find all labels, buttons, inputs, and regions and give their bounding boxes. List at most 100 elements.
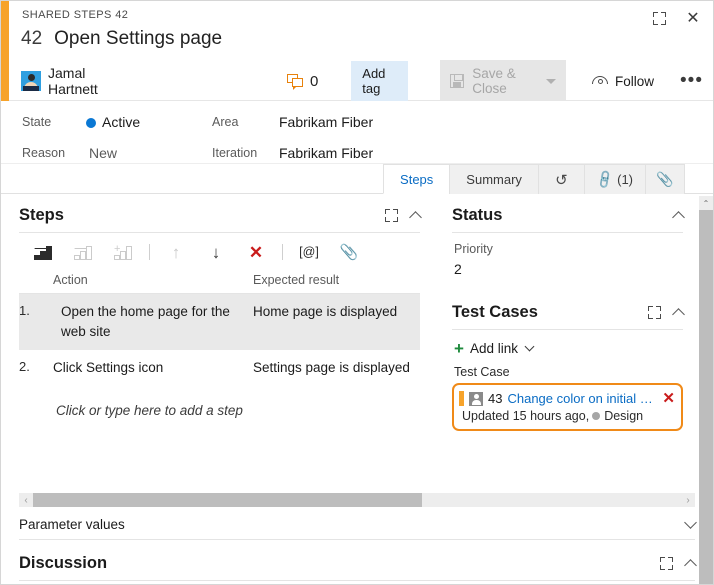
test-cases-section-header: Test Cases bbox=[452, 303, 685, 330]
save-and-close-button[interactable]: Save & Close bbox=[440, 60, 567, 102]
link-group-label: Test Case bbox=[454, 365, 510, 379]
add-step-placeholder[interactable]: Click or type here to add a step bbox=[19, 387, 420, 418]
reason-value[interactable]: New bbox=[89, 145, 117, 161]
step-expected[interactable]: Home page is displayed bbox=[253, 302, 420, 341]
hscroll-thumb[interactable] bbox=[33, 493, 422, 507]
area-label: Area bbox=[212, 115, 239, 129]
steps-collapse-icon[interactable] bbox=[409, 211, 422, 224]
scroll-up-icon[interactable]: ⌃ bbox=[699, 196, 713, 210]
work-item-title[interactable]: Open Settings page bbox=[54, 28, 222, 50]
tab-steps-label: Steps bbox=[400, 171, 434, 187]
window-controls: ✕ bbox=[647, 6, 705, 30]
expand-icon[interactable] bbox=[647, 6, 671, 30]
step-expected[interactable]: Settings page is displayed bbox=[253, 358, 420, 378]
tab-summary-label: Summary bbox=[466, 172, 522, 187]
comment-count-value: 0 bbox=[309, 72, 319, 90]
step-number: 1. bbox=[19, 303, 30, 318]
add-step-icon: ⟶ bbox=[63, 237, 103, 267]
test-cases-expand-icon[interactable] bbox=[646, 305, 662, 321]
table-row[interactable]: 1. Open the home page for the web site H… bbox=[19, 294, 420, 351]
reason-label: Reason bbox=[22, 146, 66, 160]
save-and-close-label: Save & Close bbox=[472, 66, 516, 96]
status-section-header: Status bbox=[452, 206, 685, 233]
add-tag-button[interactable]: Add tag bbox=[351, 61, 409, 101]
insert-step-icon[interactable]: ⟶ bbox=[23, 237, 63, 267]
follow-label: Follow bbox=[615, 73, 655, 89]
col-action: Action bbox=[53, 273, 88, 287]
link-state-text: Design bbox=[604, 409, 644, 423]
state-value[interactable]: Active bbox=[102, 114, 140, 130]
tab-attachments[interactable]: 📎 bbox=[645, 164, 685, 194]
tab-steps[interactable]: Steps bbox=[383, 164, 450, 194]
eye-icon bbox=[592, 75, 609, 87]
steps-toolbar: ⟶ ⟶ + ↑ ↓ ✕ [@] 📎 bbox=[19, 233, 420, 271]
caret-down-icon[interactable] bbox=[546, 78, 557, 84]
discussion-count[interactable]: 0 bbox=[286, 72, 319, 90]
work-item-type-tick bbox=[459, 391, 464, 406]
steps-grid-header: Action Expected result bbox=[19, 271, 420, 294]
breadcrumb: SHARED STEPS 42 bbox=[22, 9, 129, 21]
state-dot-icon bbox=[592, 412, 601, 421]
save-disk-icon bbox=[450, 73, 465, 88]
add-link-button[interactable]: + Add link bbox=[454, 340, 683, 357]
work-item-window: SHARED STEPS 42 ✕ 42 Open Settings page … bbox=[0, 0, 714, 585]
step-action[interactable]: Click Settings icon bbox=[53, 358, 253, 378]
link-icon: 🔗 bbox=[593, 168, 616, 190]
step-action[interactable]: Open the home page for the web site bbox=[53, 302, 253, 341]
work-item-type-accent-bar bbox=[1, 1, 9, 101]
add-link-label: Add link bbox=[469, 341, 518, 356]
area-value[interactable]: Fabrikam Fiber bbox=[279, 114, 373, 130]
move-up-icon: ↑ bbox=[171, 242, 181, 262]
scroll-left-icon[interactable]: ‹ bbox=[19, 495, 33, 506]
test-case-link-card[interactable]: 43 Change color on initial view ✕ Update… bbox=[452, 383, 683, 431]
move-down-icon[interactable]: ↓ bbox=[196, 237, 236, 267]
close-icon[interactable]: ✕ bbox=[681, 6, 705, 30]
assigned-to-name[interactable]: Jamal Hartnett bbox=[48, 65, 119, 97]
more-actions-button[interactable]: ••• bbox=[680, 71, 703, 90]
delete-step-icon[interactable]: ✕ bbox=[236, 237, 276, 267]
vscroll-thumb[interactable] bbox=[699, 210, 713, 584]
test-cases-title: Test Cases bbox=[452, 303, 538, 321]
status-collapse-icon[interactable] bbox=[672, 211, 685, 224]
state-label: State bbox=[22, 115, 52, 129]
insert-parameter-icon[interactable]: [@] bbox=[289, 237, 329, 267]
tab-summary[interactable]: Summary bbox=[449, 164, 538, 194]
history-icon: ↺ bbox=[555, 171, 568, 189]
status-title: Status bbox=[452, 206, 503, 224]
work-item-fields: State Active Reason New Area Fabrikam Fi… bbox=[1, 101, 713, 164]
link-card-subtitle: Updated 15 hours ago, Design bbox=[459, 409, 675, 423]
table-row[interactable]: 2. Click Settings icon Settings page is … bbox=[19, 350, 420, 387]
test-case-id: 43 bbox=[488, 391, 503, 406]
priority-label: Priority bbox=[454, 242, 493, 256]
remove-link-icon[interactable]: ✕ bbox=[662, 391, 675, 406]
col-expected: Expected result bbox=[253, 273, 340, 287]
col-number bbox=[19, 273, 53, 287]
step-number: 2. bbox=[19, 359, 30, 375]
user-avatar-icon bbox=[21, 71, 41, 91]
priority-value[interactable]: 2 bbox=[454, 261, 683, 277]
header-toolbar: Jamal Hartnett 0 Add tag Save & Close Fo… bbox=[21, 60, 703, 102]
steps-title: Steps bbox=[19, 206, 64, 224]
priority-field: Priority 2 bbox=[452, 233, 683, 277]
state-dot-icon bbox=[86, 118, 96, 128]
iteration-label: Iteration bbox=[212, 146, 258, 160]
plus-icon: + bbox=[454, 339, 464, 358]
tab-bar: Steps Summary ↺ 🔗 (1) 📎 bbox=[1, 164, 713, 194]
follow-button[interactable]: Follow bbox=[592, 74, 654, 89]
steps-expand-icon[interactable] bbox=[383, 208, 399, 224]
test-case-title-link[interactable]: Change color on initial view bbox=[507, 391, 655, 406]
close-glyph: ✕ bbox=[686, 10, 700, 27]
tab-links[interactable]: 🔗 (1) bbox=[583, 164, 645, 194]
attach-file-icon[interactable]: 📎 bbox=[329, 237, 369, 267]
link-card-primary-row: 43 Change color on initial view ✕ bbox=[459, 391, 675, 406]
test-cases-collapse-icon[interactable] bbox=[672, 308, 685, 321]
add-shared-step-icon: + bbox=[103, 237, 143, 267]
work-item-body: Steps ⟶ ⟶ + ↑ ↓ ✕ [@] 📎 Action Expected … bbox=[1, 194, 713, 584]
tab-history[interactable]: ↺ bbox=[537, 164, 584, 194]
page-vertical-scrollbar[interactable]: ⌃ bbox=[699, 196, 713, 584]
steps-section-header: Steps bbox=[19, 206, 422, 233]
iteration-value[interactable]: Fabrikam Fiber bbox=[279, 145, 373, 161]
attachment-icon: 📎 bbox=[656, 171, 674, 187]
work-item-id: 42 bbox=[21, 28, 43, 49]
chevron-down-icon[interactable] bbox=[524, 341, 535, 352]
